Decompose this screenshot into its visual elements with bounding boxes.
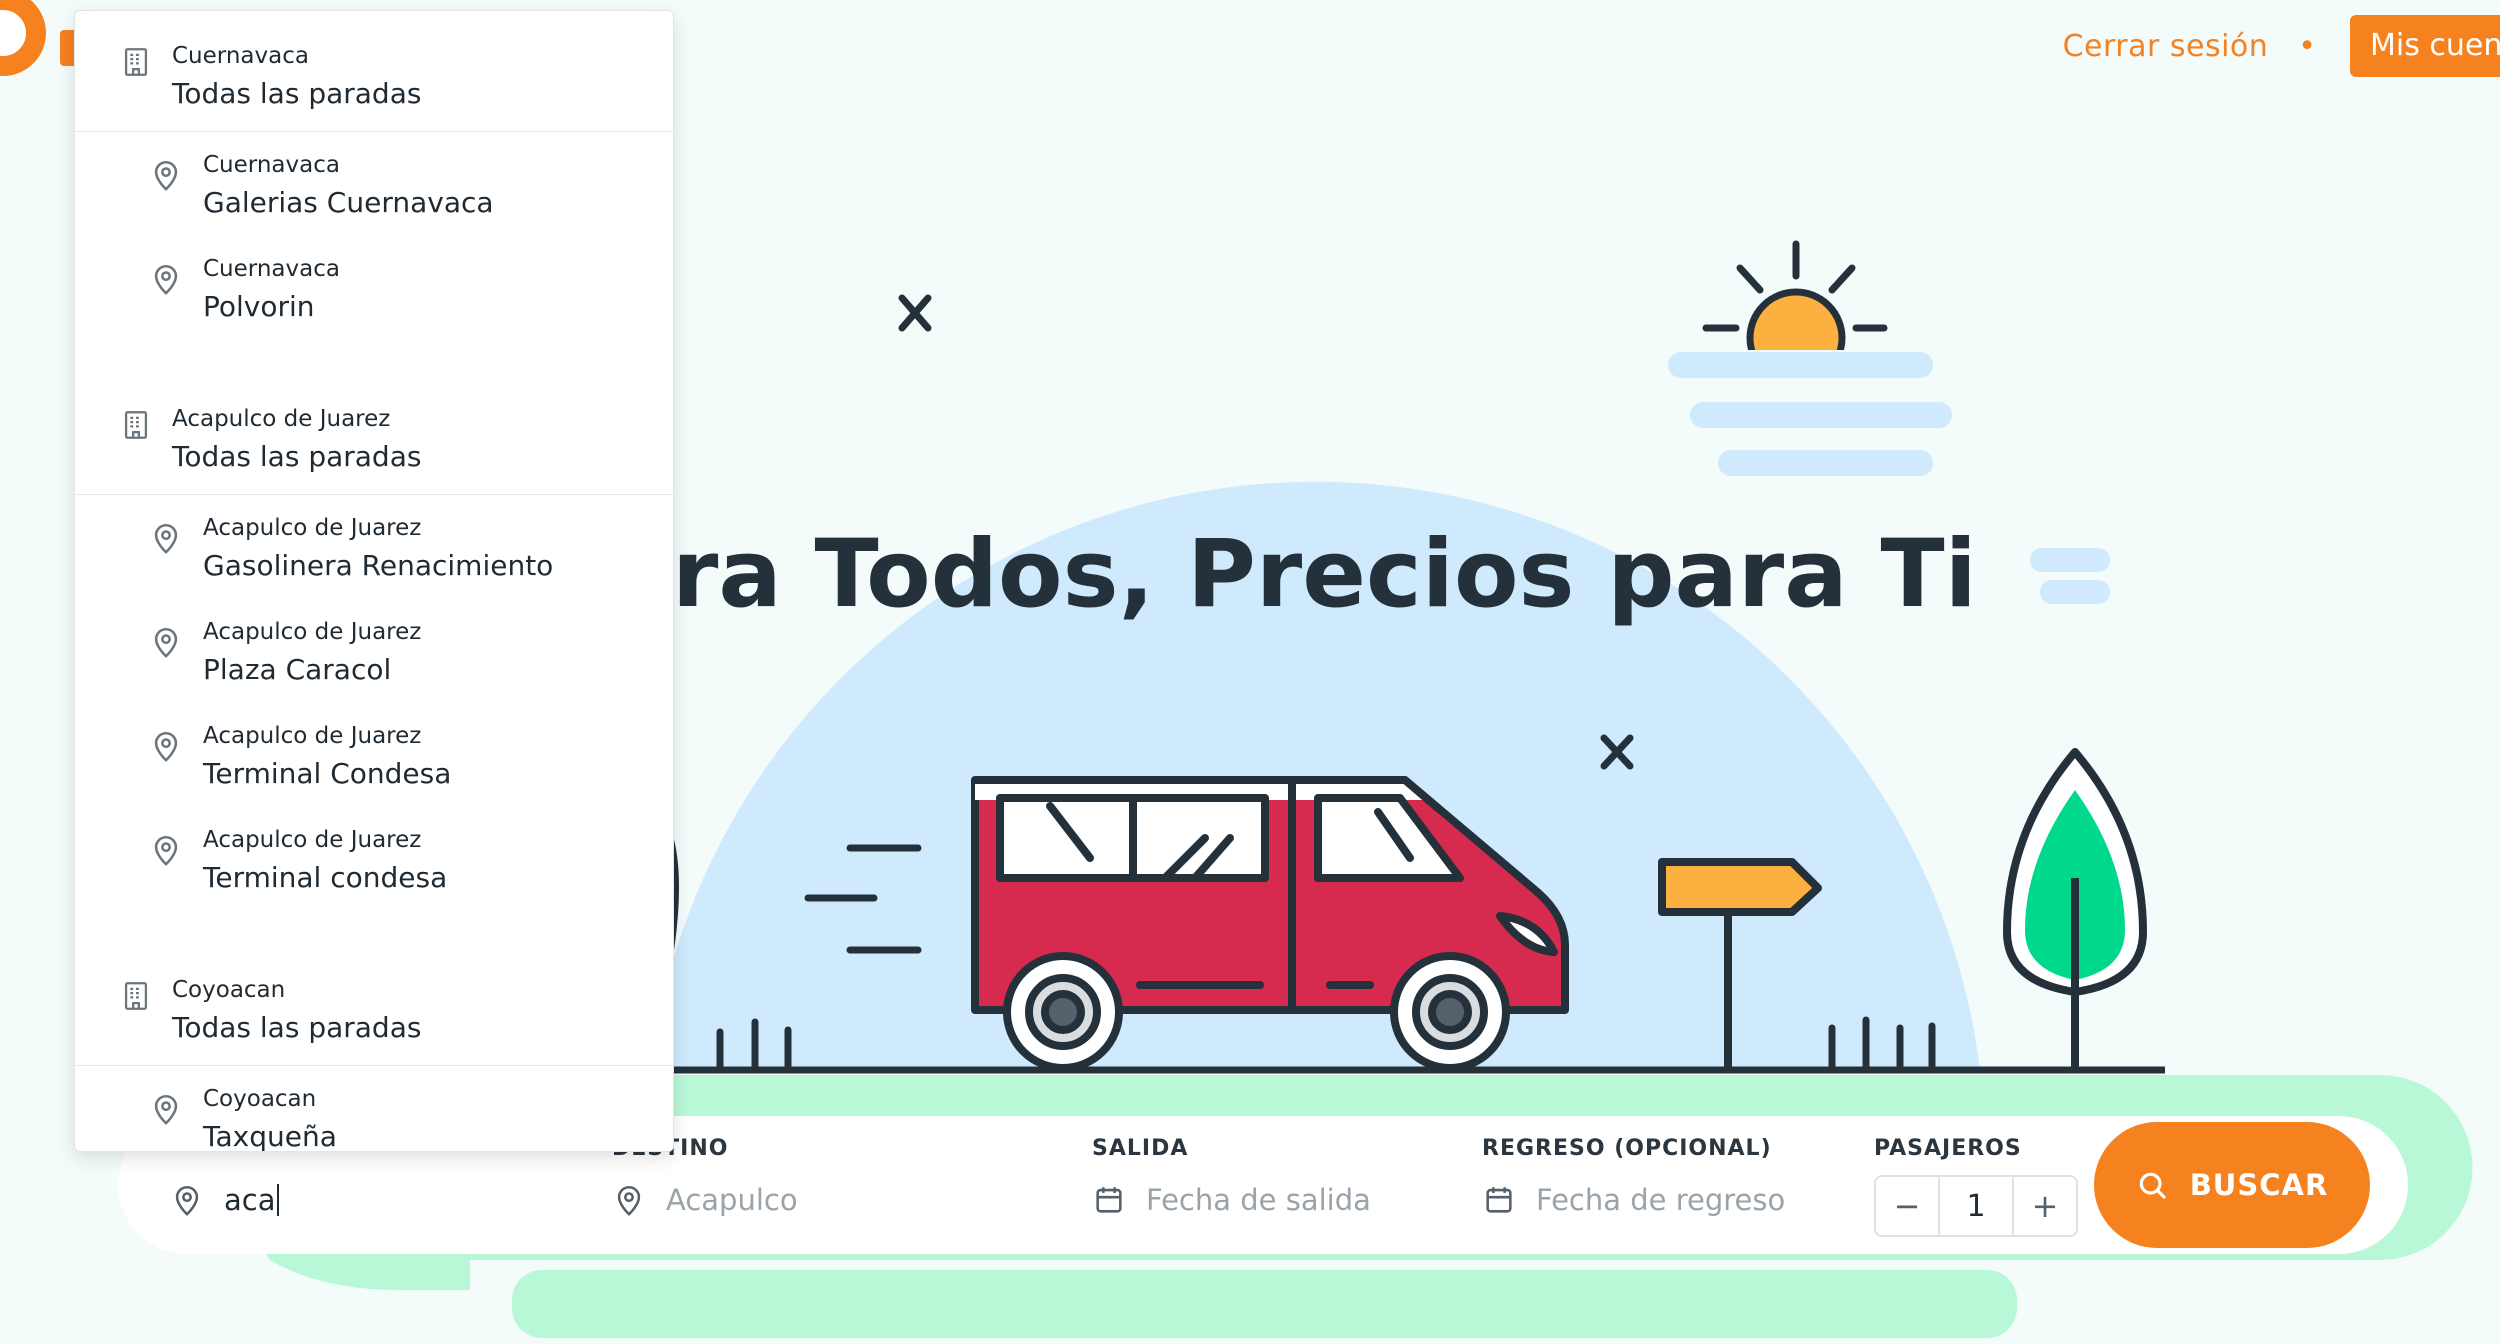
text-caret — [276, 1184, 279, 1216]
tree — [2003, 748, 2147, 1070]
search-button[interactable]: BUSCAR — [2094, 1122, 2370, 1248]
location-pin-icon — [149, 833, 183, 871]
suggestion-city-group[interactable]: Cuernavaca Todas las paradas — [75, 11, 673, 132]
suggestion-stop[interactable]: Acapulco de Juarez Terminal Condesa — [75, 703, 673, 807]
logout-link[interactable]: Cerrar sesión — [2063, 29, 2269, 64]
suggestion-city: Cuernavaca — [172, 43, 309, 69]
departure-label: SALIDA — [1092, 1136, 1189, 1161]
my-account-button[interactable]: Mis cuentas — [2350, 15, 2500, 77]
suggestion-stop[interactable]: Cuernavaca Polvorin — [75, 236, 673, 340]
suggestion-name: Polvorin — [203, 290, 315, 323]
return-date-input[interactable]: Fecha de regreso — [1536, 1183, 1785, 1217]
passengers-field: PASAJEROS − 1 + — [1874, 1136, 2078, 1237]
location-pin-icon — [149, 158, 183, 196]
suggestion-city: Cuernavaca — [203, 152, 340, 178]
suggestion-stop[interactable]: Coyoacan Taxqueña — [75, 1066, 673, 1152]
passenger-count[interactable]: 1 — [1938, 1177, 2014, 1235]
origin-input[interactable]: aca — [224, 1183, 276, 1217]
suggestion-city: Acapulco de Juarez — [203, 515, 422, 541]
building-icon — [119, 45, 153, 83]
origin-suggestions-dropdown: Cuernavaca Todas las paradas Cuernavaca Gal… — [74, 10, 674, 1152]
location-pin-icon — [149, 521, 183, 559]
suggestion-city: Acapulco de Juarez — [203, 723, 422, 749]
suggestion-name: Terminal condesa — [203, 861, 448, 894]
suggestion-stop[interactable]: Acapulco de Juarez Terminal condesa — [75, 807, 673, 911]
suggestion-city: Coyoacan — [203, 1086, 317, 1112]
building-icon — [119, 979, 153, 1017]
location-pin-icon — [175, 1185, 199, 1216]
location-pin-icon — [149, 262, 183, 300]
suggestion-stop[interactable]: Acapulco de Juarez Plaza Caracol — [75, 599, 673, 703]
suggestion-city: Acapulco de Juarez — [172, 406, 391, 432]
suggestion-name: Todas las paradas — [172, 1011, 422, 1044]
location-pin-icon — [149, 625, 183, 663]
suggestion-name: Galerias Cuernavaca — [203, 186, 494, 219]
dropdown-spacer — [75, 911, 673, 945]
suggestion-name: Taxqueña — [203, 1120, 337, 1152]
calendar-icon — [1486, 1187, 1512, 1213]
suggestion-stop[interactable]: Cuernavaca Galerias Cuernavaca — [75, 132, 673, 236]
passengers-label: PASAJEROS — [1874, 1136, 2022, 1161]
location-pin-icon — [149, 729, 183, 767]
suggestion-city: Cuernavaca — [203, 256, 340, 282]
suggestion-city: Acapulco de Juarez — [203, 619, 422, 645]
cloud-sun — [1668, 352, 1952, 476]
suggestion-city-group[interactable]: Acapulco de Juarez Todas las paradas — [75, 374, 673, 495]
search-icon — [2139, 1172, 2166, 1199]
suggestion-name: Gasolinera Renacimiento — [203, 549, 554, 582]
ground-band-lower — [512, 1270, 2017, 1338]
departure-date-input[interactable]: Fecha de salida — [1146, 1183, 1371, 1217]
nav-separator: • — [2298, 28, 2316, 64]
dropdown-spacer — [75, 340, 673, 374]
return-label: REGRESO (OPCIONAL) — [1482, 1136, 1772, 1161]
destination-input[interactable]: Acapulco — [666, 1183, 798, 1217]
suggestion-city: Coyoacan — [172, 977, 286, 1003]
suggestion-name: Todas las paradas — [172, 440, 422, 473]
decrement-button[interactable]: − — [1876, 1177, 1938, 1235]
location-pin-icon — [149, 1092, 183, 1130]
passenger-stepper: − 1 + — [1874, 1175, 2078, 1237]
building-icon — [119, 408, 153, 446]
suggestion-city-group[interactable]: Coyoacan Todas las paradas — [75, 945, 673, 1066]
suggestion-name: Plaza Caracol — [203, 653, 392, 686]
suggestion-city: Acapulco de Juarez — [203, 827, 422, 853]
increment-button[interactable]: + — [2014, 1177, 2076, 1235]
search-button-label: BUSCAR — [2189, 1168, 2329, 1202]
suggestion-name: Terminal Condesa — [203, 757, 452, 790]
departure-field[interactable]: SALIDA Fecha de salida — [1092, 1136, 1371, 1217]
header-nav: Cerrar sesión • Mis cuentas — [2063, 0, 2500, 92]
calendar-icon — [1096, 1187, 1122, 1213]
return-field[interactable]: REGRESO (OPCIONAL) Fecha de regreso — [1482, 1136, 1785, 1217]
location-pin-icon — [617, 1185, 641, 1216]
suggestion-name: Todas las paradas — [172, 77, 422, 110]
suggestion-stop[interactable]: Acapulco de Juarez Gasolinera Renacimient… — [75, 495, 673, 599]
